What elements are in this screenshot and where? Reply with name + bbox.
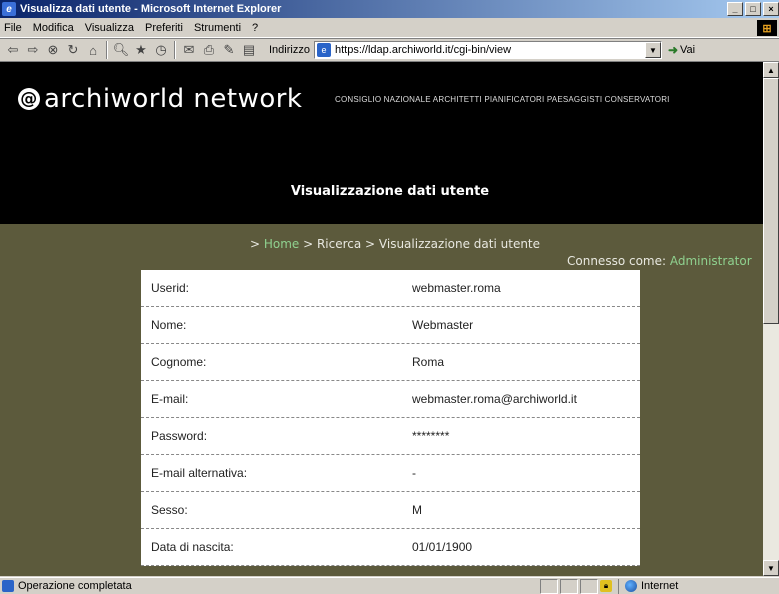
site-logo[interactable]: @ archiworld network [18, 84, 303, 114]
toolbar-separator [106, 41, 108, 59]
field-label: Cognome: [151, 355, 207, 369]
close-button[interactable]: × [763, 2, 779, 16]
logo-mark-icon: @ [18, 88, 40, 110]
connected-as-label: Connesso come: [567, 254, 670, 268]
print-icon[interactable]: ⎙ [199, 41, 219, 59]
breadcrumb-current: Visualizzazione dati utente [378, 237, 541, 251]
vertical-scrollbar[interactable]: ▲ ▼ [763, 62, 779, 576]
page-viewport: @ archiworld network CONSIGLIO NAZIONALE… [0, 62, 763, 576]
favorites-icon[interactable]: ★ [131, 41, 151, 59]
scroll-thumb[interactable] [763, 78, 779, 324]
connected-user: Administrator [669, 254, 752, 268]
go-label: Vai [680, 44, 696, 56]
menu-visualizza[interactable]: Visualizza [85, 22, 134, 34]
address-url[interactable]: https://ldap.archiworld.it/cgi-bin/view [335, 44, 511, 56]
breadcrumb-home-link[interactable]: Home [264, 237, 299, 251]
minimize-button[interactable]: _ [727, 2, 743, 16]
field-value: M [412, 503, 422, 517]
table-row: Sesso: M [141, 492, 640, 529]
status-panel [560, 578, 578, 594]
field-value: Webmaster [412, 318, 474, 332]
field-label: E-mail: [151, 392, 189, 406]
status-text-area: Operazione completata [0, 580, 540, 592]
table-row: E-mail: webmaster.roma@archiworld.it [141, 381, 640, 418]
edit-icon[interactable]: ✎ [219, 41, 239, 59]
page-status-icon [2, 580, 14, 592]
field-label: E-mail alternativa: [151, 466, 248, 480]
menu-strumenti[interactable]: Strumenti [194, 22, 241, 34]
status-panel [540, 578, 558, 594]
field-value: ******** [412, 429, 450, 443]
status-text: Operazione completata [18, 580, 132, 592]
breadcrumb-prefix: > [249, 237, 264, 251]
breadcrumb-search: Ricerca [316, 237, 362, 251]
address-label: Indirizzo [269, 44, 310, 56]
breadcrumb-separator: > [299, 237, 317, 251]
search-icon[interactable]: 🔍︎ [111, 41, 131, 59]
table-row: Cognome: Roma [141, 344, 640, 381]
go-button[interactable]: ➜ Vai [668, 43, 695, 57]
discuss-icon[interactable]: ▤ [239, 41, 259, 59]
ie-icon: e [2, 2, 16, 16]
field-label: Data di nascita: [151, 540, 234, 554]
connected-as: Connesso come: Administrator [567, 254, 752, 268]
field-value: Roma [412, 355, 445, 369]
field-label: Userid: [151, 281, 190, 295]
table-row: E-mail alternativa: - [141, 455, 640, 492]
user-data-table: Userid: webmaster.roma Nome: Webmaster C… [141, 270, 640, 566]
zone-label: Internet [641, 580, 679, 592]
menu-bar: File Modifica Visualizza Preferiti Strum… [0, 18, 779, 38]
site-tagline: CONSIGLIO NAZIONALE ARCHITETTI PIANIFICA… [335, 95, 670, 104]
scroll-up-icon[interactable]: ▲ [763, 62, 779, 78]
stop-icon[interactable]: ⊗ [43, 41, 63, 59]
scroll-down-icon[interactable]: ▼ [763, 560, 779, 576]
title-bar: e Visualizza dati utente - Microsoft Int… [0, 0, 779, 18]
security-zone: Internet [618, 578, 679, 594]
mail-icon[interactable]: ✉ [179, 41, 199, 59]
status-panel [580, 578, 598, 594]
menu-preferiti[interactable]: Preferiti [145, 22, 183, 34]
refresh-icon[interactable]: ↻ [63, 41, 83, 59]
toolbar: ⇦ ⇨ ⊗ ↻ ⌂ 🔍︎ ★ ◷ ✉ ⎙ ✎ ▤ Indirizzo e htt… [0, 38, 779, 62]
back-icon[interactable]: ⇦ [3, 41, 23, 59]
page-title: Visualizzazione dati utente [290, 184, 490, 199]
site-header: @ archiworld network CONSIGLIO NAZIONALE… [0, 62, 763, 224]
field-value: webmaster.roma@archiworld.it [412, 392, 577, 406]
field-label: Sesso: [151, 503, 188, 517]
home-icon[interactable]: ⌂ [83, 41, 103, 59]
address-dropdown-icon[interactable]: ▼ [644, 42, 661, 58]
logo-text: archiworld network [44, 84, 303, 114]
status-bar: Operazione completata 🔒︎ Internet [0, 577, 779, 594]
address-bar[interactable]: e https://ldap.archiworld.it/cgi-bin/vie… [313, 41, 662, 59]
table-row: Password: ******** [141, 418, 640, 455]
forward-icon[interactable]: ⇨ [23, 41, 43, 59]
table-row: Data di nascita: 01/01/1900 [141, 529, 640, 566]
globe-icon [625, 580, 637, 592]
window-title: Visualizza dati utente - Microsoft Inter… [20, 3, 282, 15]
history-icon[interactable]: ◷ [151, 41, 171, 59]
breadcrumb-separator: > [361, 237, 379, 251]
window-controls: _ □ × [727, 2, 779, 16]
maximize-button[interactable]: □ [745, 2, 761, 16]
page-icon: e [316, 43, 331, 57]
field-label: Password: [151, 429, 208, 443]
field-label: Nome: [151, 318, 187, 332]
windows-logo-icon: ⊞ [757, 20, 777, 36]
table-row: Userid: webmaster.roma [141, 270, 640, 307]
field-value: webmaster.roma [412, 281, 501, 295]
table-row: Nome: Webmaster [141, 307, 640, 344]
field-value: 01/01/1900 [412, 540, 473, 554]
breadcrumb: > Home > Ricerca > Visualizzazione dati … [0, 237, 763, 251]
toolbar-separator [174, 41, 176, 59]
menu-help[interactable]: ? [252, 22, 258, 34]
menu-file[interactable]: File [4, 22, 22, 34]
lock-icon: 🔒︎ [600, 580, 612, 592]
field-value: - [412, 466, 416, 480]
menu-modifica[interactable]: Modifica [33, 22, 74, 34]
go-arrow-icon: ➜ [667, 43, 679, 57]
